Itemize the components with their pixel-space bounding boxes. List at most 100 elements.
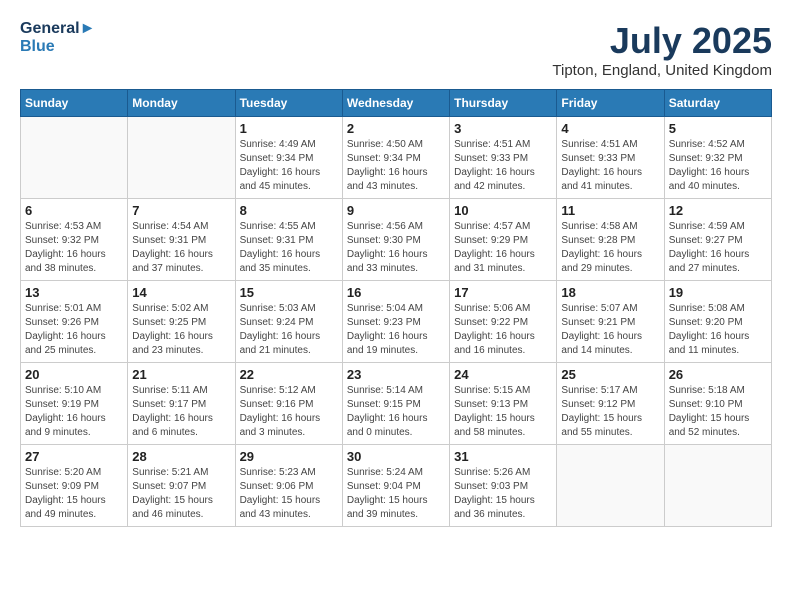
day-number: 12 — [669, 203, 767, 218]
day-number: 25 — [561, 367, 659, 382]
calendar-cell: 29 Sunrise: 5:23 AM Sunset: 9:06 PM Dayli… — [235, 445, 342, 527]
day-detail: Sunrise: 4:49 AM Sunset: 9:34 PM Dayligh… — [240, 138, 338, 194]
calendar-cell: 20 Sunrise: 5:10 AM Sunset: 9:19 PM Dayli… — [21, 363, 128, 445]
calendar-cell: 19 Sunrise: 5:08 AM Sunset: 9:20 PM Dayli… — [664, 281, 771, 363]
day-number: 27 — [25, 449, 123, 464]
calendar-cell: 13 Sunrise: 5:01 AM Sunset: 9:26 PM Dayli… — [21, 281, 128, 363]
calendar-cell — [664, 445, 771, 527]
day-detail: Sunrise: 5:06 AM Sunset: 9:22 PM Dayligh… — [454, 302, 552, 358]
calendar-cell: 9 Sunrise: 4:56 AM Sunset: 9:30 PM Daylig… — [342, 199, 449, 281]
calendar-cell: 28 Sunrise: 5:21 AM Sunset: 9:07 PM Dayli… — [128, 445, 235, 527]
day-detail: Sunrise: 5:20 AM Sunset: 9:09 PM Dayligh… — [25, 466, 123, 522]
day-number: 11 — [561, 203, 659, 218]
day-number: 19 — [669, 285, 767, 300]
day-detail: Sunrise: 5:24 AM Sunset: 9:04 PM Dayligh… — [347, 466, 445, 522]
calendar-cell: 1 Sunrise: 4:49 AM Sunset: 9:34 PM Daylig… — [235, 117, 342, 199]
calendar-cell: 10Sunrise: 4:57 AM Sunset: 9:29 PM Dayli… — [450, 199, 557, 281]
calendar-day-header: Thursday — [450, 90, 557, 117]
calendar-header-row: SundayMondayTuesdayWednesdayThursdayFrid… — [21, 90, 772, 117]
calendar-day-header: Saturday — [664, 90, 771, 117]
calendar-cell: 27 Sunrise: 5:20 AM Sunset: 9:09 PM Dayli… — [21, 445, 128, 527]
day-number: 5 — [669, 121, 767, 136]
calendar-week-row: 27 Sunrise: 5:20 AM Sunset: 9:09 PM Dayli… — [21, 445, 772, 527]
day-number: 9 — [347, 203, 445, 218]
calendar-cell: 24 Sunrise: 5:15 AM Sunset: 9:13 PM Dayli… — [450, 363, 557, 445]
calendar-week-row: 6Sunrise: 4:53 AM Sunset: 9:32 PM Daylig… — [21, 199, 772, 281]
calendar-cell: 3Sunrise: 4:51 AM Sunset: 9:33 PM Daylig… — [450, 117, 557, 199]
calendar-week-row: 1 Sunrise: 4:49 AM Sunset: 9:34 PM Daylig… — [21, 117, 772, 199]
month-title: July 2025 — [552, 20, 772, 62]
calendar-cell — [128, 117, 235, 199]
day-number: 23 — [347, 367, 445, 382]
day-detail: Sunrise: 5:11 AM Sunset: 9:17 PM Dayligh… — [132, 384, 230, 440]
day-number: 29 — [240, 449, 338, 464]
calendar-cell — [21, 117, 128, 199]
day-detail: Sunrise: 4:54 AM Sunset: 9:31 PM Dayligh… — [132, 220, 230, 276]
calendar-cell: 17 Sunrise: 5:06 AM Sunset: 9:22 PM Dayli… — [450, 281, 557, 363]
day-number: 1 — [240, 121, 338, 136]
calendar-week-row: 20 Sunrise: 5:10 AM Sunset: 9:19 PM Dayli… — [21, 363, 772, 445]
day-detail: Sunrise: 5:01 AM Sunset: 9:26 PM Dayligh… — [25, 302, 123, 358]
calendar-cell: 6Sunrise: 4:53 AM Sunset: 9:32 PM Daylig… — [21, 199, 128, 281]
day-number: 17 — [454, 285, 552, 300]
day-detail: Sunrise: 5:23 AM Sunset: 9:06 PM Dayligh… — [240, 466, 338, 522]
day-detail: Sunrise: 4:57 AM Sunset: 9:29 PM Dayligh… — [454, 220, 552, 276]
day-number: 21 — [132, 367, 230, 382]
day-number: 8 — [240, 203, 338, 218]
calendar-cell: 2 Sunrise: 4:50 AM Sunset: 9:34 PM Daylig… — [342, 117, 449, 199]
day-number: 28 — [132, 449, 230, 464]
logo: General► Blue — [20, 20, 95, 55]
day-detail: Sunrise: 4:52 AM Sunset: 9:32 PM Dayligh… — [669, 138, 767, 194]
calendar-cell: 14Sunrise: 5:02 AM Sunset: 9:25 PM Dayli… — [128, 281, 235, 363]
calendar-cell: 12 Sunrise: 4:59 AM Sunset: 9:27 PM Dayli… — [664, 199, 771, 281]
day-detail: Sunrise: 4:50 AM Sunset: 9:34 PM Dayligh… — [347, 138, 445, 194]
calendar-cell: 26Sunrise: 5:18 AM Sunset: 9:10 PM Dayli… — [664, 363, 771, 445]
day-number: 20 — [25, 367, 123, 382]
day-number: 6 — [25, 203, 123, 218]
day-detail: Sunrise: 5:17 AM Sunset: 9:12 PM Dayligh… — [561, 384, 659, 440]
day-number: 4 — [561, 121, 659, 136]
calendar-day-header: Sunday — [21, 90, 128, 117]
day-detail: Sunrise: 5:15 AM Sunset: 9:13 PM Dayligh… — [454, 384, 552, 440]
calendar-cell: 22 Sunrise: 5:12 AM Sunset: 9:16 PM Dayli… — [235, 363, 342, 445]
calendar-cell: 21 Sunrise: 5:11 AM Sunset: 9:17 PM Dayli… — [128, 363, 235, 445]
calendar-day-header: Tuesday — [235, 90, 342, 117]
calendar-week-row: 13 Sunrise: 5:01 AM Sunset: 9:26 PM Dayli… — [21, 281, 772, 363]
calendar-cell — [557, 445, 664, 527]
calendar-cell: 16Sunrise: 5:04 AM Sunset: 9:23 PM Dayli… — [342, 281, 449, 363]
day-number: 15 — [240, 285, 338, 300]
day-number: 24 — [454, 367, 552, 382]
page-header: General► Blue July 2025 Tipton, England,… — [20, 20, 772, 79]
day-detail: Sunrise: 4:55 AM Sunset: 9:31 PM Dayligh… — [240, 220, 338, 276]
calendar-day-header: Wednesday — [342, 90, 449, 117]
day-detail: Sunrise: 5:10 AM Sunset: 9:19 PM Dayligh… — [25, 384, 123, 440]
day-detail: Sunrise: 5:21 AM Sunset: 9:07 PM Dayligh… — [132, 466, 230, 522]
day-detail: Sunrise: 5:03 AM Sunset: 9:24 PM Dayligh… — [240, 302, 338, 358]
calendar-cell: 7Sunrise: 4:54 AM Sunset: 9:31 PM Daylig… — [128, 199, 235, 281]
day-detail: Sunrise: 4:56 AM Sunset: 9:30 PM Dayligh… — [347, 220, 445, 276]
calendar-cell: 30Sunrise: 5:24 AM Sunset: 9:04 PM Dayli… — [342, 445, 449, 527]
day-number: 2 — [347, 121, 445, 136]
day-number: 22 — [240, 367, 338, 382]
day-detail: Sunrise: 5:14 AM Sunset: 9:15 PM Dayligh… — [347, 384, 445, 440]
day-number: 18 — [561, 285, 659, 300]
day-number: 14 — [132, 285, 230, 300]
day-detail: Sunrise: 5:04 AM Sunset: 9:23 PM Dayligh… — [347, 302, 445, 358]
day-number: 13 — [25, 285, 123, 300]
day-detail: Sunrise: 4:59 AM Sunset: 9:27 PM Dayligh… — [669, 220, 767, 276]
day-detail: Sunrise: 4:51 AM Sunset: 9:33 PM Dayligh… — [561, 138, 659, 194]
day-detail: Sunrise: 5:12 AM Sunset: 9:16 PM Dayligh… — [240, 384, 338, 440]
calendar-cell: 4 Sunrise: 4:51 AM Sunset: 9:33 PM Daylig… — [557, 117, 664, 199]
calendar-cell: 23 Sunrise: 5:14 AM Sunset: 9:15 PM Dayli… — [342, 363, 449, 445]
day-detail: Sunrise: 4:58 AM Sunset: 9:28 PM Dayligh… — [561, 220, 659, 276]
calendar-cell: 11 Sunrise: 4:58 AM Sunset: 9:28 PM Dayli… — [557, 199, 664, 281]
day-number: 26 — [669, 367, 767, 382]
day-detail: Sunrise: 5:08 AM Sunset: 9:20 PM Dayligh… — [669, 302, 767, 358]
calendar-cell: 15 Sunrise: 5:03 AM Sunset: 9:24 PM Dayli… — [235, 281, 342, 363]
location: Tipton, England, United Kingdom — [552, 62, 772, 79]
calendar-table: SundayMondayTuesdayWednesdayThursdayFrid… — [20, 89, 772, 527]
calendar-cell: 25 Sunrise: 5:17 AM Sunset: 9:12 PM Dayli… — [557, 363, 664, 445]
calendar-day-header: Friday — [557, 90, 664, 117]
day-number: 3 — [454, 121, 552, 136]
day-number: 31 — [454, 449, 552, 464]
